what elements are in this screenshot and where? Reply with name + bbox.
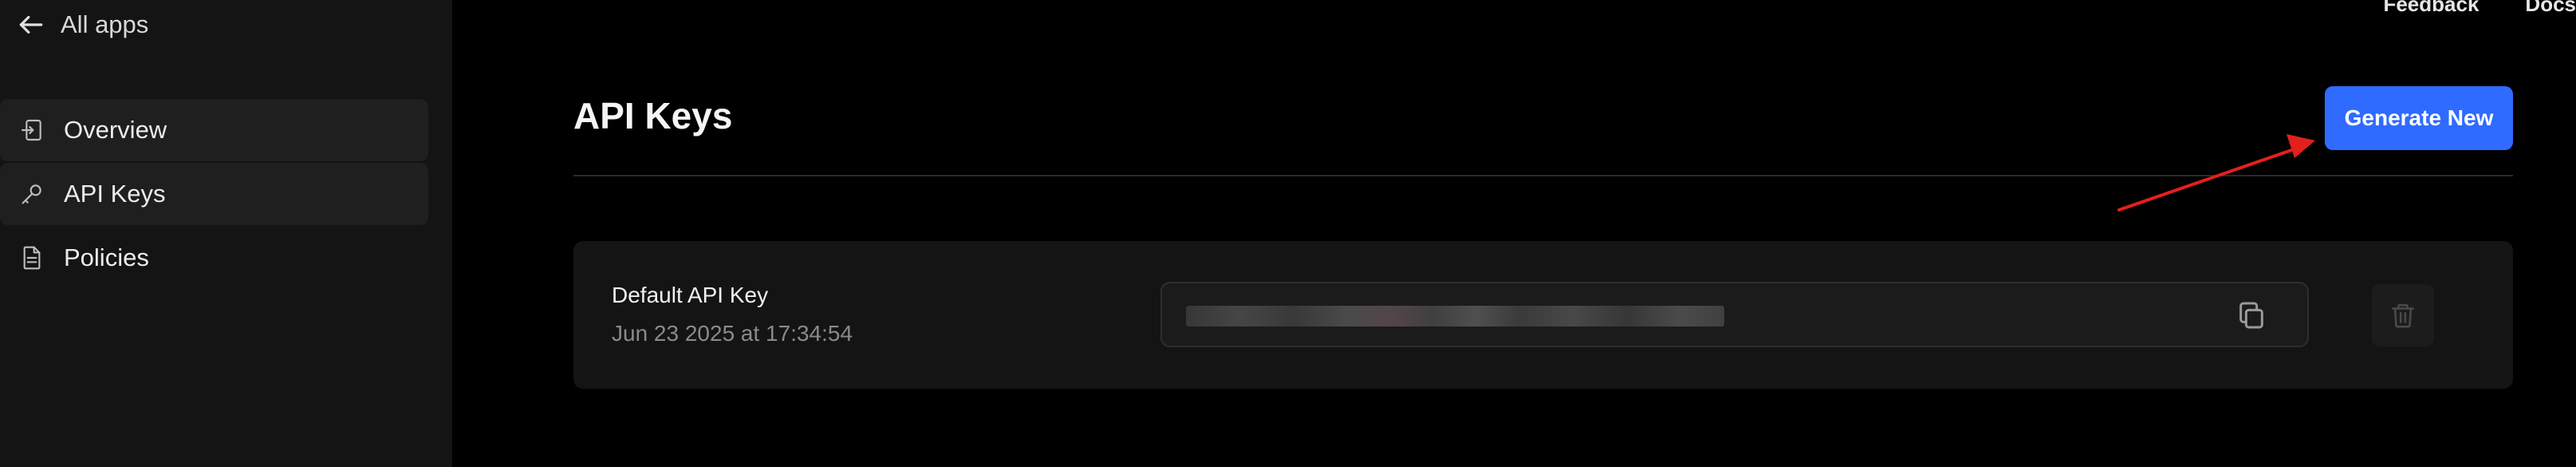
sidebar-item-policies[interactable]: Policies <box>0 227 428 289</box>
sidebar-item-label: Policies <box>64 243 149 271</box>
page-title: API Keys <box>573 95 733 137</box>
annotation-arrow <box>2117 134 2315 212</box>
api-key-card: Default API Key Jun 23 2025 at 17:34:54 <box>573 241 2513 389</box>
document-icon <box>19 245 45 271</box>
main-content: Feedback Docs API Keys Generate New Defa… <box>452 0 2576 467</box>
arrow-left-icon <box>19 15 43 34</box>
delete-key-button[interactable] <box>2372 284 2434 346</box>
divider <box>573 175 2513 176</box>
key-created-date: Jun 23 2025 at 17:34:54 <box>612 321 853 346</box>
sign-in-icon <box>19 117 45 143</box>
app-window: All apps Overview API Keys Policies Feed… <box>0 0 2576 467</box>
key-name: Default API Key <box>612 283 769 307</box>
sidebar: All apps Overview API Keys Policies <box>0 0 452 467</box>
copy-icon[interactable] <box>2235 299 2267 331</box>
sidebar-item-label: Overview <box>64 116 167 144</box>
sidebar-item-api-keys[interactable]: API Keys <box>0 163 428 225</box>
annotation-arrow-head <box>2286 134 2315 158</box>
docs-link[interactable]: Docs <box>2525 0 2576 17</box>
all-apps-label: All apps <box>61 10 149 38</box>
sidebar-item-label: API Keys <box>64 180 166 208</box>
feedback-link[interactable]: Feedback <box>2383 0 2479 17</box>
sidebar-nav: Overview API Keys Policies <box>0 99 428 291</box>
sidebar-item-overview[interactable]: Overview <box>0 99 428 161</box>
generate-new-button[interactable]: Generate New <box>2325 86 2513 150</box>
header-links: Feedback Docs <box>2383 0 2576 17</box>
api-key-field[interactable] <box>1160 282 2309 347</box>
annotation-arrow-shaft <box>2117 145 2302 212</box>
trash-icon <box>2391 303 2415 328</box>
masked-key-value <box>1186 306 1724 327</box>
all-apps-link[interactable]: All apps <box>16 10 148 40</box>
key-icon <box>19 181 45 207</box>
